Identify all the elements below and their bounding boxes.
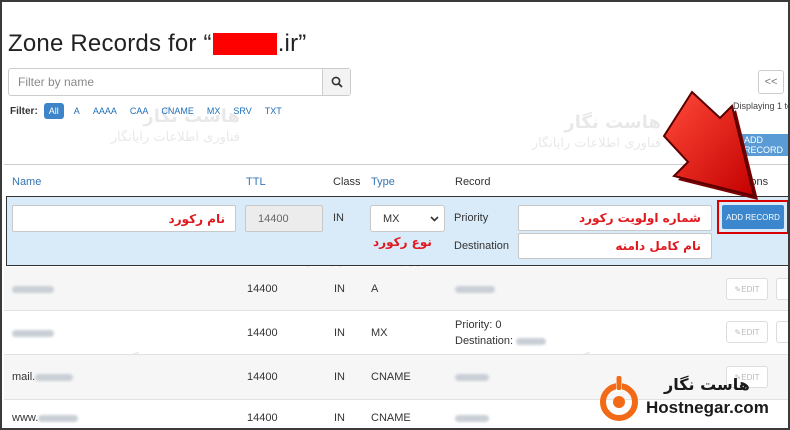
row-name: mail.	[12, 371, 74, 383]
row-class: IN	[334, 371, 345, 383]
add-row-class: IN	[333, 212, 344, 224]
record-type-select[interactable]: MX	[370, 205, 445, 232]
filter-aaaa[interactable]: AAAA	[93, 106, 117, 116]
redacted-record	[455, 373, 489, 381]
record-type-annotation: نوع رکورد	[373, 235, 432, 249]
filter-a[interactable]: A	[74, 106, 80, 116]
column-header-name[interactable]: Name	[12, 176, 41, 188]
row-record	[455, 283, 495, 295]
row-class: IN	[334, 283, 345, 295]
brand-name-fa: هاست نگار	[664, 375, 750, 394]
pencil-icon: ✎	[734, 327, 742, 337]
row-ttl: 14400	[247, 327, 278, 339]
row-ttl: 14400	[247, 371, 278, 383]
column-header-class: Class	[333, 176, 361, 188]
redacted-domain	[212, 33, 277, 55]
delete-button[interactable]	[776, 278, 788, 300]
chevron-down-icon	[430, 216, 439, 222]
redacted-name	[35, 373, 74, 381]
row-type: MX	[371, 327, 388, 339]
filter-mx[interactable]: MX	[207, 106, 221, 116]
brand-name-en: Hostnegar.com	[646, 398, 769, 417]
row-ttl: 14400	[247, 283, 278, 295]
row-type: A	[371, 283, 379, 295]
filter-label: Filter:	[10, 105, 38, 117]
filter-txt[interactable]: TXT	[265, 106, 282, 116]
ttl-input[interactable]: 14400	[245, 205, 323, 232]
redacted-name	[12, 285, 54, 293]
pencil-icon: ✎	[734, 284, 742, 294]
arrow-pointer-icon	[662, 90, 758, 200]
row-ttl: 14400	[247, 412, 278, 424]
redacted-record	[455, 285, 495, 293]
redacted-record	[455, 414, 489, 422]
row-type: CNAME	[371, 412, 411, 424]
row-class: IN	[334, 412, 345, 424]
row-priority: Priority: 0	[455, 319, 502, 331]
brand-logo-icon	[600, 376, 638, 421]
row-divider	[4, 354, 788, 355]
page-title: Zone Records for “ .ir”	[8, 30, 306, 58]
filter-cname[interactable]: CNAME	[161, 106, 194, 116]
edit-button[interactable]: ✎ EDIT	[726, 321, 768, 343]
row-record	[455, 412, 489, 424]
search-box	[8, 68, 351, 96]
add-record-button[interactable]: ADD RECORD	[722, 205, 784, 229]
record-type-value: MX	[383, 212, 400, 225]
edit-button[interactable]: ✎ EDIT	[726, 278, 768, 300]
page-title-prefix: Zone Records for “	[8, 30, 212, 57]
filter-caa[interactable]: CAA	[130, 106, 149, 116]
brand-logo: هاست نگار Hostnegar.com	[598, 374, 788, 426]
filter-bar: Filter: All A AAAA CAA CNAME MX SRV TXT	[10, 102, 295, 120]
table-row	[4, 267, 788, 310]
priority-label: Priority	[454, 212, 489, 224]
record-name-annotation: نام رکورد	[168, 211, 225, 226]
redacted-name	[12, 329, 54, 337]
row-name	[12, 283, 54, 295]
add-record-label: ADD RECORD	[726, 212, 780, 222]
filter-srv[interactable]: SRV	[233, 106, 251, 116]
redacted-destination	[516, 337, 547, 345]
row-divider	[4, 310, 788, 311]
row-class: IN	[334, 327, 345, 339]
filter-all[interactable]: All	[43, 103, 64, 119]
destination-label: Destination	[454, 240, 510, 252]
destination-input[interactable]: نام کامل دامنه	[518, 233, 712, 259]
column-header-record: Record	[455, 176, 491, 188]
column-header-type[interactable]: Type	[371, 176, 395, 188]
row-record	[455, 371, 489, 383]
search-icon	[331, 76, 343, 88]
column-header-ttl[interactable]: TTL	[246, 176, 266, 188]
watermark: هاست نگار فناوری اطلاعات رایانگار	[531, 112, 661, 151]
priority-input[interactable]: شماره اولویت رکورد	[518, 205, 712, 231]
screenshot-frame: هاست نگار فناوری اطلاعات رایانگار هاست ن…	[0, 0, 790, 430]
record-name-input[interactable]: نام رکورد	[12, 205, 236, 232]
page-title-suffix: .ir”	[277, 30, 307, 57]
row-name	[12, 327, 54, 339]
search-button[interactable]	[322, 69, 350, 95]
row-destination: Destination:	[455, 335, 547, 347]
redacted-name	[38, 414, 79, 422]
destination-annotation: نام کامل دامنه	[615, 239, 701, 253]
row-name: www.	[12, 412, 79, 424]
search-input[interactable]	[9, 69, 322, 95]
priority-annotation: شماره اولویت رکورد	[579, 211, 701, 225]
row-type: CNAME	[371, 371, 411, 383]
delete-button[interactable]	[776, 321, 788, 343]
